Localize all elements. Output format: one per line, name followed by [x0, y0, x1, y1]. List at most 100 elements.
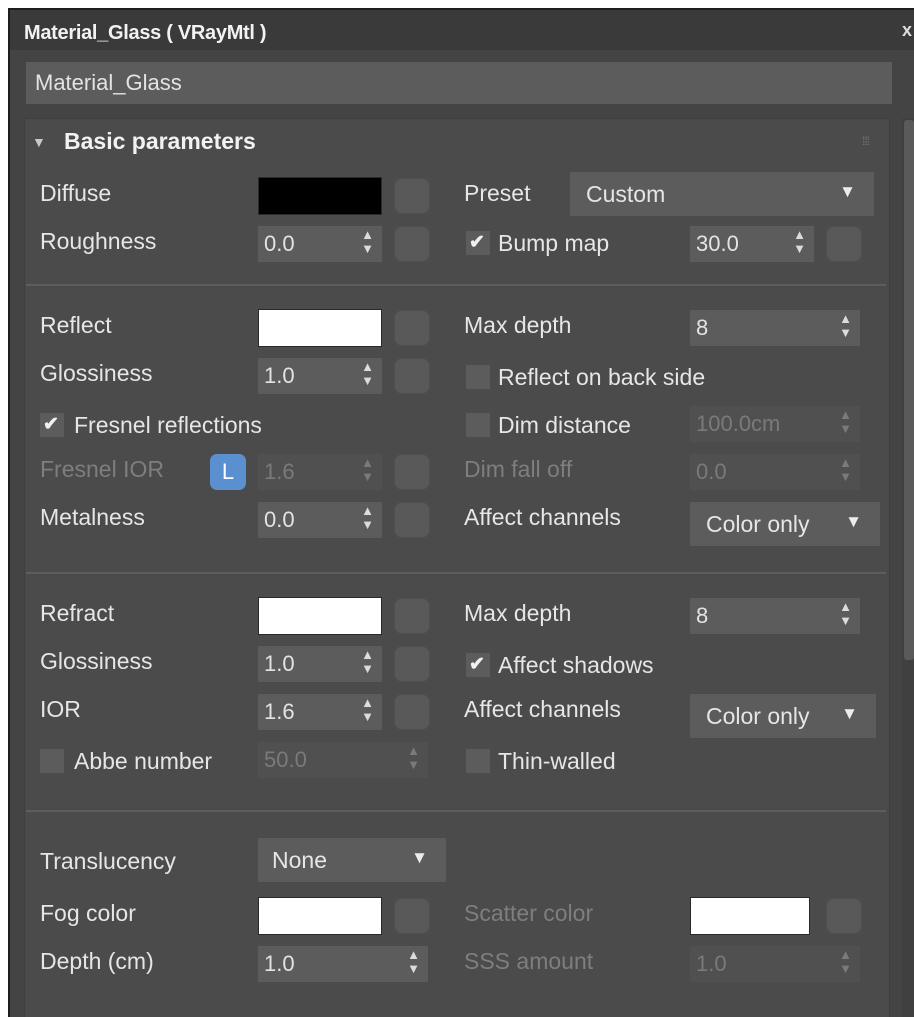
dim-distance-label: Dim distance [498, 412, 631, 438]
reflect-back-side-checkbox[interactable] [466, 365, 490, 389]
bump-map-label: Bump map [498, 230, 610, 256]
sss-amount-value: 1.0 [696, 951, 727, 976]
reflect-affect-channels-value: Color only [706, 511, 810, 537]
roughness-label: Roughness [40, 228, 157, 254]
checkmark-icon: ✔ [43, 414, 59, 435]
sss-amount-spinner[interactable]: 1.0 ▲ ▼ [690, 946, 860, 982]
affect-shadows-checkbox[interactable]: ✔ [466, 653, 490, 677]
ior-label: IOR [40, 696, 81, 722]
metalness-map-button[interactable] [394, 502, 430, 538]
material-name-input[interactable] [26, 62, 892, 104]
scatter-color-map-button[interactable] [826, 898, 862, 934]
preset-dropdown[interactable]: Custom ▼ [570, 172, 874, 216]
close-icon[interactable]: x [902, 20, 912, 41]
section-divider [26, 284, 886, 286]
spinner-arrows-icon[interactable]: ▲ ▼ [361, 504, 374, 532]
diffuse-map-button[interactable] [394, 178, 430, 214]
bump-map-spinner[interactable]: 30.0 ▲ ▼ [690, 226, 814, 262]
reflect-glossiness-spinner[interactable]: 1.0 ▲ ▼ [258, 358, 382, 394]
roughness-map-button[interactable] [394, 226, 430, 262]
scatter-color-label: Scatter color [464, 900, 594, 926]
section-divider [26, 572, 886, 574]
spinner-arrows-icon[interactable]: ▲ ▼ [361, 696, 374, 724]
refract-max-depth-label: Max depth [464, 600, 572, 626]
refract-max-depth-value: 8 [696, 603, 709, 628]
diffuse-color-swatch[interactable] [258, 177, 382, 215]
bump-map-button[interactable] [826, 226, 862, 262]
ior-map-button[interactable] [394, 694, 430, 730]
window-title: Material_Glass ( VRayMtl ) [24, 22, 267, 44]
spinner-arrows-icon[interactable]: ▲ ▼ [361, 648, 374, 676]
metalness-value: 0.0 [264, 507, 295, 532]
bump-map-checkbox[interactable]: ✔ [466, 231, 490, 255]
abbe-number-checkbox[interactable] [40, 749, 64, 773]
refract-map-button[interactable] [394, 598, 430, 634]
depth-spinner[interactable]: 1.0 ▲ ▼ [258, 946, 428, 982]
spinner-arrows-icon[interactable]: ▲ ▼ [407, 948, 420, 976]
translucency-label: Translucency [40, 848, 176, 874]
spinner-arrows-icon[interactable]: ▲ ▼ [361, 456, 374, 484]
roughness-spinner[interactable]: 0.0 ▲ ▼ [258, 226, 382, 262]
refract-glossiness-spinner[interactable]: 1.0 ▲ ▼ [258, 646, 382, 682]
reflect-color-swatch[interactable] [258, 309, 382, 347]
refract-affect-channels-value: Color only [706, 703, 810, 729]
rollout-title[interactable]: Basic parameters [64, 128, 256, 155]
fresnel-ior-spinner[interactable]: 1.6 ▲ ▼ [258, 454, 382, 490]
fresnel-ior-lock-button[interactable]: L [210, 454, 246, 490]
reflect-glossiness-map-button[interactable] [394, 358, 430, 394]
spinner-arrows-icon[interactable]: ▲ ▼ [839, 456, 852, 484]
dim-falloff-spinner[interactable]: 0.0 ▲ ▼ [690, 454, 860, 490]
refract-color-swatch[interactable] [258, 597, 382, 635]
reflect-affect-channels-dropdown[interactable]: Color only ▼ [690, 502, 880, 546]
refract-glossiness-label: Glossiness [40, 648, 153, 674]
spinner-arrows-icon[interactable]: ▲ ▼ [793, 228, 806, 256]
spinner-arrows-icon[interactable]: ▲ ▼ [361, 360, 374, 388]
bump-map-value: 30.0 [696, 231, 739, 256]
section-divider [26, 810, 886, 812]
thin-walled-checkbox[interactable] [466, 749, 490, 773]
reflect-back-side-label: Reflect on back side [498, 364, 706, 390]
fresnel-reflections-checkbox[interactable]: ✔ [40, 413, 64, 437]
scrollbar-thumb[interactable] [904, 120, 914, 660]
fresnel-ior-value: 1.6 [264, 459, 295, 484]
title-bar[interactable]: Material_Glass ( VRayMtl ) x [10, 10, 914, 50]
refract-glossiness-map-button[interactable] [394, 646, 430, 682]
scatter-color-swatch[interactable] [690, 897, 810, 935]
spinner-arrows-icon[interactable]: ▲ ▼ [839, 600, 852, 628]
spinner-arrows-icon[interactable]: ▲ ▼ [839, 312, 852, 340]
abbe-number-label: Abbe number [74, 748, 213, 774]
fresnel-ior-label: Fresnel IOR [40, 456, 164, 482]
affect-shadows-label: Affect shadows [498, 652, 654, 678]
reflect-glossiness-value: 1.0 [264, 363, 295, 388]
fresnel-ior-map-button[interactable] [394, 454, 430, 490]
abbe-number-spinner[interactable]: 50.0 ▲ ▼ [258, 742, 428, 778]
reflect-max-depth-spinner[interactable]: 8 ▲ ▼ [690, 310, 860, 346]
refract-max-depth-spinner[interactable]: 8 ▲ ▼ [690, 598, 860, 634]
chevron-down-icon: ▼ [845, 512, 862, 531]
refract-glossiness-value: 1.0 [264, 651, 295, 676]
fog-color-map-button[interactable] [394, 898, 430, 934]
spinner-arrows-icon[interactable]: ▲ ▼ [839, 408, 852, 436]
reflect-max-depth-label: Max depth [464, 312, 572, 338]
dim-falloff-value: 0.0 [696, 459, 727, 484]
spinner-arrows-icon[interactable]: ▲ ▼ [407, 744, 420, 772]
spinner-arrows-icon[interactable]: ▲ ▼ [361, 228, 374, 256]
fog-color-swatch[interactable] [258, 897, 382, 935]
spinner-arrows-icon[interactable]: ▲ ▼ [839, 948, 852, 976]
reflect-map-button[interactable] [394, 310, 430, 346]
collapse-arrow-icon[interactable]: ▼ [32, 134, 46, 150]
dim-distance-spinner[interactable]: 100.0cm ▲ ▼ [690, 406, 860, 442]
dim-distance-checkbox[interactable] [466, 413, 490, 437]
refract-affect-channels-dropdown[interactable]: Color only ▼ [690, 694, 876, 738]
ior-spinner[interactable]: 1.6 ▲ ▼ [258, 694, 382, 730]
thin-walled-label: Thin-walled [498, 748, 616, 774]
reflect-glossiness-label: Glossiness [40, 360, 153, 386]
drag-grip-icon[interactable]: ⁞⁞⁞ [862, 134, 870, 148]
dim-distance-value: 100.0cm [696, 411, 781, 436]
reflect-label: Reflect [40, 312, 112, 338]
metalness-label: Metalness [40, 504, 145, 530]
chevron-down-icon: ▼ [839, 182, 856, 201]
metalness-spinner[interactable]: 0.0 ▲ ▼ [258, 502, 382, 538]
material-editor-window: Material_Glass ( VRayMtl ) x ▼ Basic par… [8, 8, 914, 1017]
translucency-dropdown[interactable]: None ▼ [258, 838, 446, 882]
